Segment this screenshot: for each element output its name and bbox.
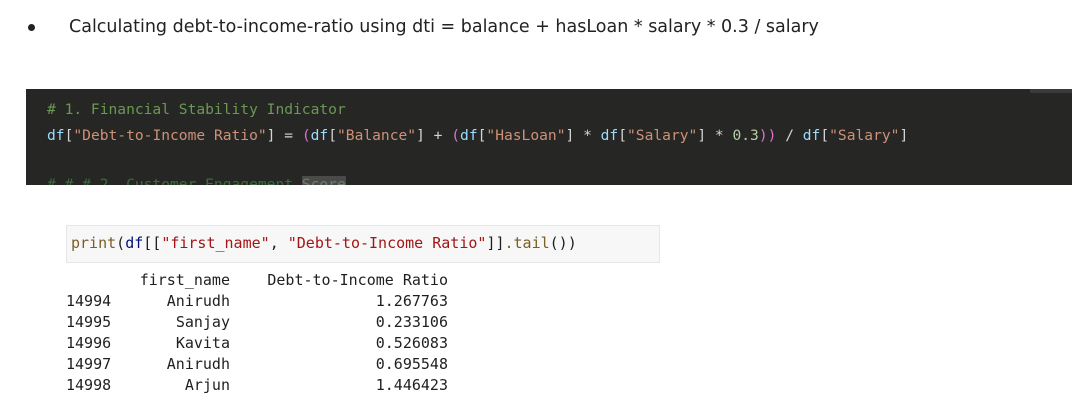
cell-dti: 0.695548 [375,355,448,373]
code-token-plus: + [424,127,452,144]
code-token-salary-key: "Salary" [829,127,900,144]
code-assignment-line: df["Debt-to-Income Ratio"] = (df["Balanc… [47,127,908,144]
code-token-assign: = [275,127,302,144]
light-code-block[interactable]: print(df[["first_name", "Debt-to-Income … [66,225,660,263]
cell-first-name: Kavita [175,334,230,352]
code-token-hasloan-key: "HasLoan" [486,127,566,144]
code-token-bracket: [ [820,127,830,144]
cell-dti: 1.267763 [375,292,448,310]
bullet-item: Calculating debt-to-income-ratio using d… [24,12,819,42]
code-token-df: df [460,127,478,144]
code-token-col-dti: "Debt-to-Income Ratio" [287,234,487,252]
code-token-col-first-name: "first_name" [161,234,270,252]
code-token-target-key: "Debt-to-Income Ratio" [73,127,267,144]
table-row: 14995 Sanjay 0.233106 [66,312,448,333]
code-token-brackets: ]] [486,234,505,252]
code-token-comma: , [269,234,288,252]
code-token-multiply: * [574,127,601,144]
cell-first-name: Arjun [184,376,230,394]
row-index: 14996 [66,334,112,352]
code-selected-fragment: Score [301,176,346,185]
code-token-bracket: ] [565,127,575,144]
table-row: 14997 Anirudh 0.695548 [66,354,448,375]
code-token-salary-key: "Salary" [627,127,698,144]
table-row: 14998 Arjun 1.446423 [66,375,448,396]
bullet-dot-icon [28,23,35,31]
cell-output: first_name Debt-to-Income Ratio 14994 An… [66,270,448,396]
code-partial-line: # # # 2. Customer Engagement Score [47,176,346,185]
cell-dti: 0.526083 [375,334,448,352]
cell-first-name: Anirudh [166,292,230,310]
code-token-bracket: ] [899,127,909,144]
code-token-factor: 0.3 [732,127,759,144]
row-index: 14994 [66,292,112,310]
code-token-paren: ( [451,127,461,144]
print-statement: print(df[["first_name", "Debt-to-Income … [71,234,577,252]
code-token-df: df [802,127,821,144]
code-token-tail: .tail [504,234,550,252]
code-token-print: print [71,234,117,252]
row-index: 14998 [66,376,112,394]
code-token-paren: ( [301,127,311,144]
row-index: 14995 [66,313,112,331]
dark-code-block[interactable]: # 1. Financial Stability Indicator df["D… [26,89,1072,185]
code-token-paren: )) [758,127,777,144]
index-header [66,270,130,291]
code-token-bracket: ] [416,127,425,144]
cell-dti: 1.446423 [375,376,448,394]
code-token-df: df [47,127,65,144]
cell-dti: 0.233106 [375,313,448,331]
cell-first-name: Sanjay [175,313,230,331]
code-token-divide: / [776,127,803,144]
output-dataframe: first_name Debt-to-Income Ratio 14994 An… [66,270,448,396]
code-token-df: df [600,127,619,144]
column-header-first-name: first_name [139,271,230,289]
code-token-multiply: * [706,127,733,144]
code-token-balance-key: "Balance" [337,127,417,144]
code-token-brackets: [[ [143,234,162,252]
code-token-bracket: [ [618,127,628,144]
table-row: 14994 Anirudh 1.267763 [66,291,448,312]
column-header-dti: Debt-to-Income Ratio [267,271,448,289]
code-comment-line: # 1. Financial Stability Indicator [47,101,346,118]
row-index: 14997 [66,355,112,373]
code-token-paren: ()) [549,234,577,252]
output-header-row: first_name Debt-to-Income Ratio [66,270,448,291]
code-partial-comment: # # # 2. Customer Engagement [47,176,302,185]
bullet-text: Calculating debt-to-income-ratio using d… [69,17,819,37]
code-token-bracket: ] [697,127,707,144]
code-token-df: df [310,127,329,144]
cell-first-name: Anirudh [166,355,230,373]
code-block-scroll-strip [1030,89,1072,93]
code-token-paren: ( [116,234,126,252]
code-token-df: df [125,234,144,252]
code-token-bracket: [ [328,127,337,144]
table-row: 14996 Kavita 0.526083 [66,333,448,354]
